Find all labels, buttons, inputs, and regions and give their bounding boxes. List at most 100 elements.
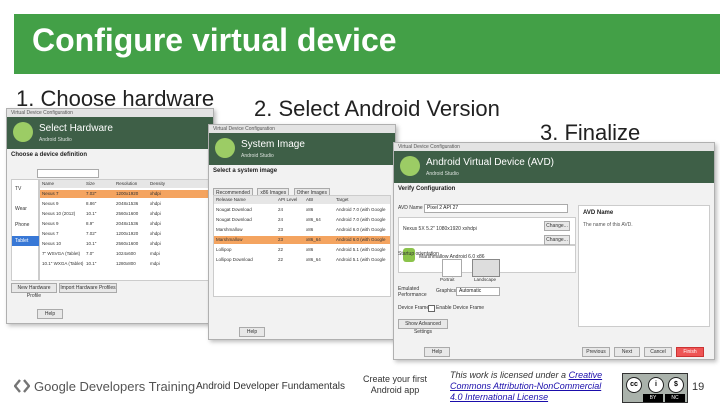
table-cell: Android 6.0 (with Google xyxy=(336,227,386,232)
table-header: Release Name API Level ABI Target xyxy=(214,196,390,204)
help-button[interactable]: Help xyxy=(424,347,450,357)
window-header: Select Hardware Android Studio xyxy=(7,117,213,149)
window-heading: Select Hardware xyxy=(39,123,113,134)
table-row[interactable]: Nexus 9 8.9" 2048x1536 xhdpi xyxy=(40,220,210,228)
column-header: Target xyxy=(336,197,349,202)
table-row[interactable]: Marshmallow 23 x86_64 Android 6.0 (with Goo… xyxy=(214,236,390,244)
table-cell: Nougat Download xyxy=(216,217,252,222)
cc-by-label: BY xyxy=(643,394,663,402)
table-row[interactable]: Lollipop 22 x86 Android 5.1 (with Google xyxy=(214,246,390,254)
change-device-button[interactable]: Change... xyxy=(544,221,570,231)
window-verify-configuration: Virtual Device Configuration Android Vir… xyxy=(393,142,715,360)
android-studio-icon xyxy=(215,138,235,158)
column-header: Resolution xyxy=(116,181,138,186)
table-cell: 2048x1536 xyxy=(116,201,139,206)
help-panel: AVD Name The name of this AVD. xyxy=(578,205,710,327)
graphics-select[interactable]: Automatic xyxy=(456,287,500,296)
android-studio-icon xyxy=(13,122,33,142)
window-subheading: Android Studio xyxy=(39,137,72,143)
table-cell: 1200x1920 xyxy=(116,231,139,236)
license-text: This work is licensed under a Creative C… xyxy=(450,370,610,403)
category-tv[interactable]: TV xyxy=(12,184,24,194)
table-row[interactable]: Nougat Download 24 x86_64 Android 7.0 (with… xyxy=(214,216,390,224)
google-developers-logo-icon xyxy=(14,379,30,393)
table-row[interactable]: Marshmallow 23 x86 Android 6.0 (with Google xyxy=(214,226,390,234)
device-search-input[interactable] xyxy=(37,169,99,178)
footer-lesson: Create your first Android app xyxy=(362,374,428,395)
finish-button[interactable]: Finish xyxy=(676,347,704,357)
table-cell: Nexus 9 xyxy=(42,221,59,226)
table-row[interactable]: Lollipop Download 22 x86_64 Android 5.1 (wi… xyxy=(214,256,390,264)
footer-brand: Google Developers Training xyxy=(34,379,196,394)
table-row[interactable]: Nexus 7 7.02" 1200x1920 xhdpi xyxy=(40,230,210,238)
cancel-button[interactable]: Cancel xyxy=(644,347,672,357)
table-header: Name Size Resolution Density xyxy=(40,180,210,188)
table-cell: 22 xyxy=(278,257,284,262)
table-cell: Nexus 9 xyxy=(42,201,59,206)
footer-course: Android Developer Fundamentals xyxy=(196,381,345,392)
table-cell: Android 7.0 (with Google xyxy=(336,217,386,222)
page-number: 19 xyxy=(692,381,705,393)
table-cell: Lollipop xyxy=(216,247,232,252)
table-row[interactable]: Nougat Download 24 x86 Android 7.0 (with Go… xyxy=(214,206,390,214)
cc-license-badge[interactable]: cc i $ BY NC xyxy=(622,373,688,403)
device-frame-checkbox[interactable] xyxy=(428,305,435,312)
help-panel-text: The name of this AVD. xyxy=(583,222,633,228)
table-row[interactable]: Nexus 9 8.86" 2048x1536 xhdpi xyxy=(40,200,210,208)
column-header: ABI xyxy=(306,197,314,202)
table-cell: 2048x1536 xyxy=(116,221,139,226)
orientation-label: Startup orientation xyxy=(398,251,439,257)
slide-header: Configure virtual device xyxy=(0,0,720,80)
table-cell: x86_64 xyxy=(306,217,321,222)
column-header: Name xyxy=(42,181,55,186)
section-title: Verify Configuration xyxy=(398,186,456,192)
table-row[interactable]: Nexus 7 7.02" 1200x1920 xhdpi xyxy=(40,190,210,198)
table-cell: 22 xyxy=(278,247,284,252)
avd-name-input[interactable]: Pixel 2 API 27 xyxy=(424,204,568,213)
table-row[interactable]: 10.1" WXGA (Tablet) 10.1" 1280x800 mdpi xyxy=(40,260,210,268)
help-button[interactable]: Help xyxy=(37,309,63,319)
table-cell: 2560x1600 xyxy=(116,211,139,216)
category-phone[interactable]: Phone xyxy=(12,220,32,230)
window-select-hardware: Virtual Device Configuration Select Hard… xyxy=(6,108,214,324)
table-cell: x86_64 xyxy=(306,257,321,262)
table-cell: 8.86" xyxy=(86,201,97,206)
previous-button[interactable]: Previous xyxy=(582,347,610,357)
portrait-label: Portrait xyxy=(440,277,455,282)
window-header: System Image Android Studio xyxy=(209,133,395,165)
landscape-option[interactable] xyxy=(472,259,500,277)
table-cell: 7.0" xyxy=(86,251,94,256)
next-button[interactable]: Next xyxy=(614,347,640,357)
category-wear[interactable]: Wear xyxy=(12,204,30,214)
category-tablet[interactable]: Tablet xyxy=(12,236,40,246)
table-row[interactable]: 7" WSVGA (Tablet) 7.0" 1024x600 mdpi xyxy=(40,250,210,258)
table-cell: Lollipop Download xyxy=(216,257,253,262)
table-cell: x86 xyxy=(306,247,314,252)
new-hardware-profile-button[interactable]: New Hardware Profile xyxy=(11,283,57,299)
category-list: TV Wear Phone Tablet xyxy=(11,179,40,281)
table-cell: 2560x1600 xyxy=(116,241,139,246)
table-cell: Marshmallow xyxy=(216,237,243,242)
portrait-option[interactable] xyxy=(442,259,462,277)
show-advanced-settings-button[interactable]: Show Advanced Settings xyxy=(398,319,448,335)
help-panel-title: AVD Name xyxy=(583,210,614,216)
graphics-label: Graphics: xyxy=(436,288,458,294)
import-hardware-profiles-button[interactable]: Import Hardware Profiles xyxy=(59,283,117,293)
table-cell: 7.02" xyxy=(86,231,97,236)
table-cell: xhdpi xyxy=(150,191,161,196)
table-cell: mdpi xyxy=(150,251,160,256)
system-image-table: Release Name API Level ABI Target Nougat Do… xyxy=(213,195,391,297)
table-cell: 7.02" xyxy=(86,191,97,196)
table-row[interactable]: Nexus 10 (2012) 10.1" 2560x1600 xhdpi xyxy=(40,210,210,218)
avd-name-label: AVD Name xyxy=(398,205,423,211)
table-cell: xhdpi xyxy=(150,231,161,236)
cc-icon: cc xyxy=(626,377,642,393)
table-row[interactable]: Nexus 10 10.1" 2560x1600 xhdpi xyxy=(40,240,210,248)
window-header: Android Virtual Device (AVD) Android Stu… xyxy=(394,151,714,183)
help-button[interactable]: Help xyxy=(239,327,265,337)
change-image-button[interactable]: Change... xyxy=(544,235,570,245)
table-cell: 1200x1920 xyxy=(116,191,139,196)
table-cell: x86 xyxy=(306,207,314,212)
table-cell: 24 xyxy=(278,217,284,222)
by-person-icon: i xyxy=(648,377,664,393)
